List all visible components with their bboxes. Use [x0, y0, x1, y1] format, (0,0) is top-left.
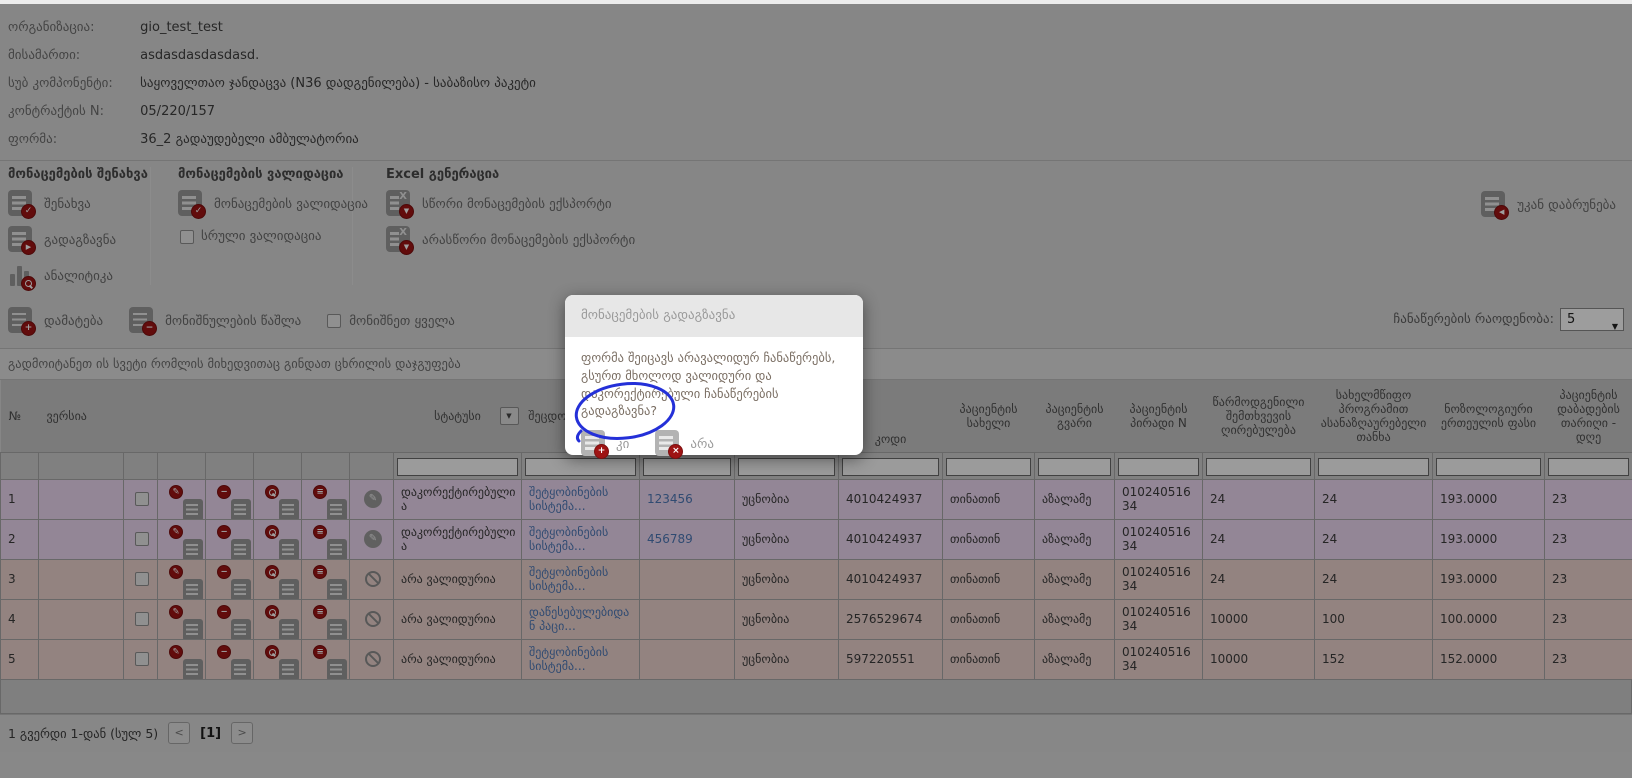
- modal-yes-button[interactable]: + კი: [581, 430, 629, 459]
- modal-title: მონაცემების გადაგზავნა: [565, 295, 863, 337]
- modal-no-label: არა: [690, 437, 714, 452]
- modal-buttons: + კი × არა: [581, 430, 847, 459]
- send-data-modal: მონაცემების გადაგზავნა ფორმა შეიცავს არა…: [565, 295, 863, 455]
- modal-body: ფორმა შეიცავს არავალიდურ ჩანაწერებს, გსუ…: [565, 337, 863, 459]
- yes-document-icon: +: [581, 430, 609, 459]
- modal-message: ფორმა შეიცავს არავალიდურ ჩანაწერებს, გსუ…: [581, 349, 847, 420]
- no-document-icon: ×: [655, 430, 683, 459]
- modal-yes-label: კი: [616, 437, 629, 452]
- claims-form-page: ორგანიზაცია: gio_test_test მისამართი: as…: [0, 0, 1632, 778]
- modal-no-button[interactable]: × არა: [655, 430, 714, 459]
